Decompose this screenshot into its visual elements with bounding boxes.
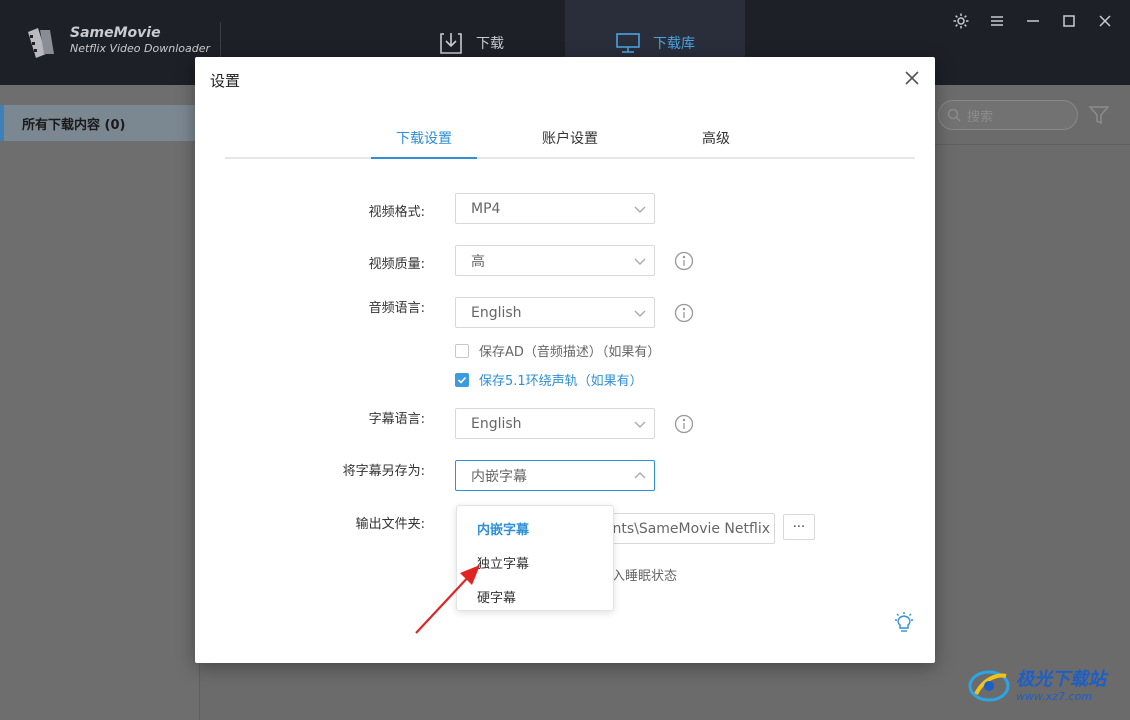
watermark-url: www.xz7.com: [1016, 689, 1093, 703]
save-51-checkbox[interactable]: 保存5.1环绕声轨（如果有）: [455, 370, 643, 389]
info-icon[interactable]: [674, 251, 694, 271]
output-folder-input[interactable]: ents\SameMovie Netflix: [595, 513, 775, 544]
lightbulb-icon[interactable]: [893, 611, 915, 635]
output-folder-label: 输出文件夹:: [355, 517, 425, 532]
app-subtitle: Netflix Video Downloader: [70, 42, 211, 55]
filter-icon[interactable]: [1088, 104, 1110, 126]
video-format-value: MP4: [471, 200, 501, 217]
info-icon[interactable]: [674, 414, 694, 434]
red-arrow-annotation: [415, 565, 480, 634]
chevron-up-icon: [634, 472, 646, 479]
save-ad-label: 保存AD（音频描述）（如果有）: [479, 345, 661, 360]
settings-tabs: 下载设置 账户设置 高级: [225, 127, 915, 159]
browse-folder-button[interactable]: ···: [783, 514, 815, 540]
sidebar-item-all-downloads[interactable]: 所有下载内容 (0): [0, 105, 200, 141]
window-controls: [950, 12, 1116, 30]
video-format-select[interactable]: MP4: [455, 193, 655, 224]
nav-download-label: 下载: [476, 35, 504, 52]
dialog-title: 设置: [210, 72, 241, 90]
close-icon[interactable]: [903, 69, 921, 87]
save-subtitle-as-select[interactable]: 内嵌字幕: [455, 460, 655, 491]
option-embedded-subtitle[interactable]: 内嵌字幕: [477, 519, 529, 538]
monitor-icon: [616, 32, 640, 53]
nav-library-label: 下载库: [653, 35, 695, 52]
audio-language-value: English: [471, 304, 522, 321]
tab-download-settings[interactable]: 下载设置: [371, 127, 477, 159]
subtitle-language-value: English: [471, 415, 522, 432]
save-subtitle-as-label: 将字幕另存为:: [342, 464, 425, 479]
settings-dialog: 设置 下载设置 账户设置 高级 视频格式: MP4 视频质量: 高 音频语言: …: [195, 57, 935, 663]
checkbox-box: [455, 343, 469, 358]
app-logo: SameMovie Netflix Video Downloader: [24, 24, 210, 58]
watermark-logo-icon: [968, 670, 1010, 702]
gear-icon[interactable]: [950, 12, 972, 30]
tab-account-settings[interactable]: 账户设置: [525, 127, 615, 159]
search-input[interactable]: 搜索: [938, 100, 1078, 130]
site-watermark: 极光下载站 www.xz7.com: [968, 668, 1106, 704]
watermark-title: 极光下载站: [1016, 668, 1106, 690]
info-icon[interactable]: [674, 303, 694, 323]
tab-advanced[interactable]: 高级: [671, 127, 761, 159]
search-icon: [947, 108, 961, 122]
audio-language-select[interactable]: English: [455, 297, 655, 328]
minimize-icon[interactable]: [1022, 12, 1044, 30]
chevron-down-icon: [634, 310, 646, 317]
video-quality-value: 高: [471, 253, 485, 270]
video-format-label: 视频格式:: [368, 205, 425, 220]
search-placeholder: 搜索: [967, 109, 994, 125]
app-name: SameMovie: [70, 25, 161, 41]
sidebar: 所有下载内容 (0): [0, 85, 200, 720]
film-logo-icon: [28, 28, 54, 58]
maximize-icon[interactable]: [1058, 12, 1080, 30]
chevron-down-icon: [634, 206, 646, 213]
close-window-icon[interactable]: [1094, 12, 1116, 30]
save-subtitle-as-value: 内嵌字幕: [471, 468, 527, 485]
checkmark-icon: [455, 372, 469, 387]
menu-icon[interactable]: [986, 12, 1008, 30]
output-folder-value: ents\SameMovie Netflix: [603, 520, 770, 537]
subtitle-language-select[interactable]: English: [455, 408, 655, 439]
save-51-label: 保存5.1环绕声轨（如果有）: [479, 374, 643, 389]
chevron-down-icon: [634, 421, 646, 428]
video-quality-select[interactable]: 高: [455, 245, 655, 276]
save-ad-checkbox[interactable]: 保存AD（音频描述）（如果有）: [455, 341, 660, 360]
download-icon: [440, 32, 462, 54]
chevron-down-icon: [634, 258, 646, 265]
video-quality-label: 视频质量:: [368, 257, 425, 272]
subtitle-language-label: 字幕语言:: [368, 412, 425, 427]
audio-language-label: 音频语言:: [368, 301, 425, 316]
